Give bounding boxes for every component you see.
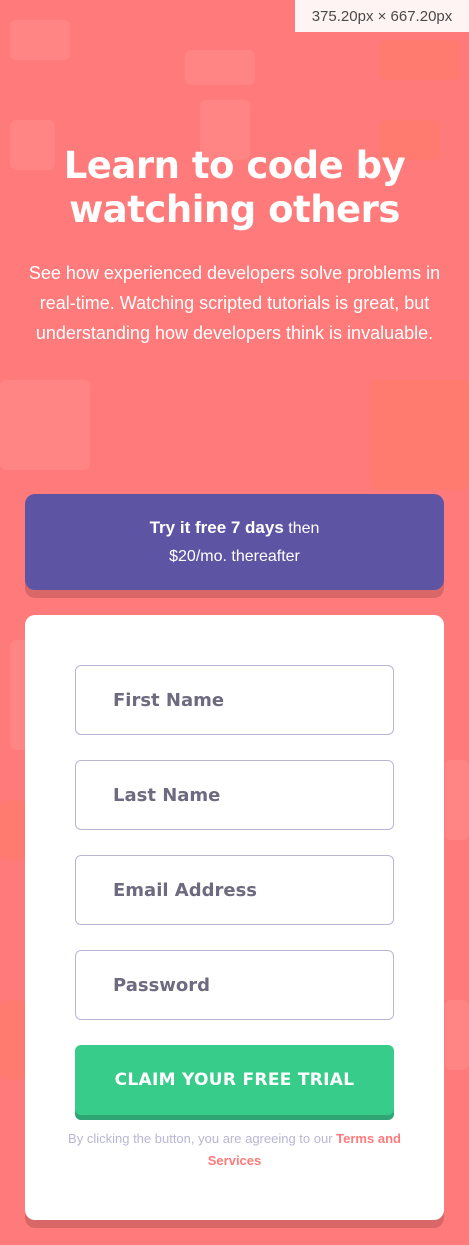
first-name-placeholder: First Name (113, 689, 225, 711)
promo-bold: Try it free 7 days (149, 517, 284, 537)
viewport-size-badge: 375.20px × 667.20px (295, 0, 469, 32)
last-name-input[interactable]: Last Name (75, 760, 394, 830)
terms-notice: By clicking the button, you are agreeing… (65, 1128, 404, 1172)
signup-form: First Name Last Name Email Address Passw… (25, 615, 444, 1220)
hero-subtext: See how experienced developers solve pro… (28, 263, 441, 343)
promo-line-2: $20/mo. thereafter (169, 547, 300, 565)
first-name-input[interactable]: First Name (75, 665, 394, 735)
email-placeholder: Email Address (113, 879, 258, 901)
email-input[interactable]: Email Address (75, 855, 394, 925)
page-headline: Learn to code by watching others (0, 144, 469, 232)
promo-banner: Try it free 7 days then $20/mo. thereaft… (25, 494, 444, 590)
headline-line-2: watching others (69, 188, 400, 231)
last-name-placeholder: Last Name (113, 784, 221, 806)
terms-prefix: By clicking the button, you are agreeing… (68, 1131, 333, 1146)
password-input[interactable]: Password (75, 950, 394, 1020)
password-placeholder: Password (113, 974, 211, 996)
promo-rest: then (283, 519, 320, 537)
promo-line-1: Try it free 7 days then (150, 514, 320, 543)
headline-line-1: Learn to code by (63, 144, 406, 187)
claim-trial-button[interactable]: CLAIM YOUR FREE TRIAL (75, 1045, 394, 1115)
